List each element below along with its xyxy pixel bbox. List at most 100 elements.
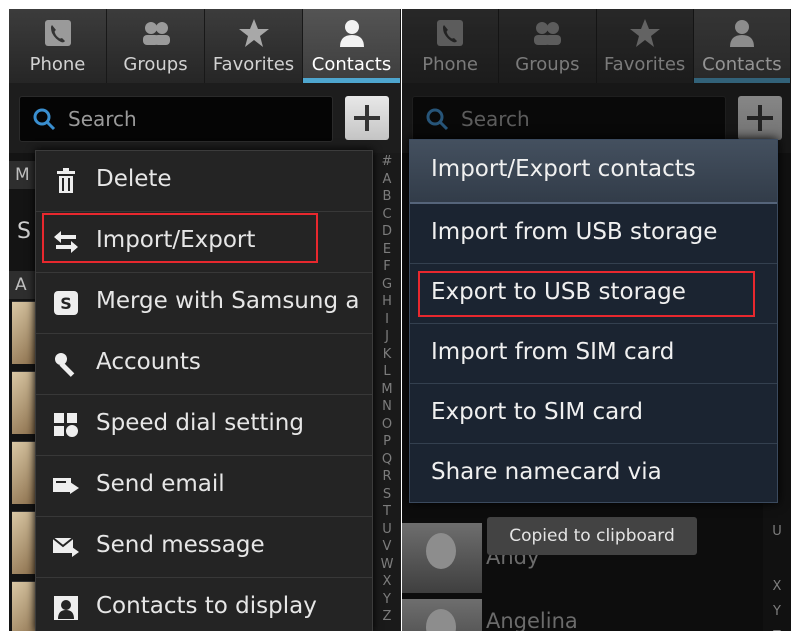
dialog-title-text: Import/Export contacts xyxy=(431,156,696,182)
key-icon xyxy=(55,353,75,377)
menu-item-merge-samsung[interactable]: S Merge with Samsung a xyxy=(36,273,372,334)
alpha-letter[interactable]: H xyxy=(373,293,401,311)
menu-item-accounts[interactable]: Accounts xyxy=(36,334,372,395)
alpha-letter[interactable]: M xyxy=(373,381,401,399)
send-message-icon xyxy=(52,537,79,557)
send-email-icon xyxy=(53,478,79,494)
option-label: Share namecard via xyxy=(431,459,662,485)
add-contact-button[interactable] xyxy=(345,96,389,140)
contacts-display-icon xyxy=(54,596,78,620)
option-share-namecard[interactable]: Share namecard via xyxy=(410,444,777,503)
tab-label: Favorites xyxy=(212,54,295,75)
phone-icon xyxy=(437,20,464,46)
search-input[interactable] xyxy=(66,103,320,135)
tab-label: Phone xyxy=(29,54,86,75)
highlight-box xyxy=(418,271,755,317)
alpha-letter: Y xyxy=(773,604,781,619)
tab-label: Groups xyxy=(515,54,580,75)
alpha-letter: X xyxy=(772,579,782,594)
contact-name: Angelina xyxy=(486,609,578,631)
menu-item-label: Send message xyxy=(96,532,265,558)
tab-label: Groups xyxy=(123,54,188,75)
add-contact-button[interactable] xyxy=(738,96,782,140)
search-box xyxy=(412,96,726,142)
alpha-letter[interactable]: Q xyxy=(373,451,401,469)
alpha-letter[interactable]: S xyxy=(373,486,401,504)
alpha-letter[interactable]: N xyxy=(373,398,401,416)
menu-item-send-message[interactable]: Send message xyxy=(36,517,372,578)
tab-label: Contacts xyxy=(311,54,392,75)
alpha-letter[interactable]: C xyxy=(373,206,401,224)
tab-contacts[interactable]: Contacts xyxy=(693,9,791,83)
tab-groups[interactable]: Groups xyxy=(499,9,597,83)
tab-bar: Phone Groups Favorites Contacts xyxy=(402,9,791,83)
option-export-sim[interactable]: Export to SIM card xyxy=(410,384,777,444)
option-import-usb[interactable]: Import from USB storage xyxy=(410,204,777,264)
alpha-letter[interactable]: O xyxy=(373,416,401,434)
plus-icon xyxy=(747,105,773,131)
alpha-letter[interactable]: I xyxy=(373,311,401,329)
star-icon xyxy=(629,19,660,47)
alpha-letter[interactable]: D xyxy=(373,223,401,241)
menu-item-send-email[interactable]: Send email xyxy=(36,456,372,517)
alpha-letter[interactable]: P xyxy=(373,433,401,451)
menu-item-speed-dial[interactable]: Speed dial setting xyxy=(36,395,372,456)
contact-photo xyxy=(402,523,482,593)
alphabet-index[interactable]: # A B C D E F G H I J K L M N O P Q R S T U V W X Y Z xyxy=(373,153,401,631)
alpha-letter[interactable]: U xyxy=(373,521,401,539)
option-label: Import from USB storage xyxy=(431,219,718,245)
menu-item-delete[interactable]: Delete xyxy=(36,151,372,212)
phone-icon xyxy=(44,20,71,46)
groups-icon xyxy=(142,22,170,45)
tab-favorites[interactable]: Favorites xyxy=(597,9,694,83)
speed-dial-icon xyxy=(54,413,78,437)
tab-phone[interactable]: Phone xyxy=(402,9,500,83)
alpha-letter[interactable]: F xyxy=(373,258,401,276)
contacts-icon xyxy=(339,20,364,47)
menu-item-label: Delete xyxy=(96,166,172,192)
tab-contacts[interactable]: Contacts xyxy=(303,9,401,83)
groups-icon xyxy=(534,22,562,45)
toast-message: Copied to clipboard xyxy=(487,517,697,555)
search-icon xyxy=(426,108,449,131)
alpha-letter[interactable]: Z xyxy=(373,608,401,626)
contacts-icon xyxy=(729,20,754,47)
tab-phone[interactable]: Phone xyxy=(9,9,107,83)
option-import-sim[interactable]: Import from SIM card xyxy=(410,324,777,384)
option-label: Export to SIM card xyxy=(431,399,643,425)
alpha-letter[interactable]: X xyxy=(373,573,401,591)
alpha-letter[interactable]: A xyxy=(373,171,401,189)
plus-icon xyxy=(354,105,380,131)
search-input[interactable] xyxy=(459,103,713,135)
alpha-letter[interactable]: L xyxy=(373,363,401,381)
alpha-letter[interactable]: G xyxy=(373,276,401,294)
alpha-letter[interactable]: R xyxy=(373,468,401,486)
alpha-letter[interactable]: B xyxy=(373,188,401,206)
alpha-letter[interactable]: V xyxy=(373,538,401,556)
alpha-letter: Z xyxy=(763,623,791,631)
alpha-letter[interactable]: T xyxy=(373,503,401,521)
alpha-letter[interactable]: K xyxy=(373,346,401,364)
svg-text:S: S xyxy=(60,294,72,313)
search-row xyxy=(9,83,401,153)
alpha-letter[interactable]: # xyxy=(373,153,401,171)
search-box xyxy=(19,96,333,142)
menu-item-label: Send email xyxy=(96,471,225,497)
tab-label: Contacts xyxy=(702,54,782,75)
tab-groups[interactable]: Groups xyxy=(107,9,205,83)
menu-item-label: Contacts to display xyxy=(96,593,317,619)
menu-item-contacts-display[interactable]: Contacts to display xyxy=(36,578,372,631)
star-icon xyxy=(238,19,269,47)
alpha-letter[interactable]: Y xyxy=(373,591,401,609)
import-export-dialog: Import/Export contacts Import from USB s… xyxy=(409,139,778,503)
tab-favorites[interactable]: Favorites xyxy=(205,9,303,83)
search-icon xyxy=(33,108,56,131)
menu-item-label: Speed dial setting xyxy=(96,410,304,436)
alpha-letter: U xyxy=(772,524,782,539)
right-screen: Phone Groups Favorites Contacts Andy Ang… xyxy=(402,9,791,631)
contact-photo xyxy=(402,599,482,631)
tab-label: Favorites xyxy=(603,54,686,75)
alpha-letter[interactable]: E xyxy=(373,241,401,259)
alpha-letter[interactable]: W xyxy=(373,556,401,574)
alpha-letter[interactable]: J xyxy=(373,328,401,346)
